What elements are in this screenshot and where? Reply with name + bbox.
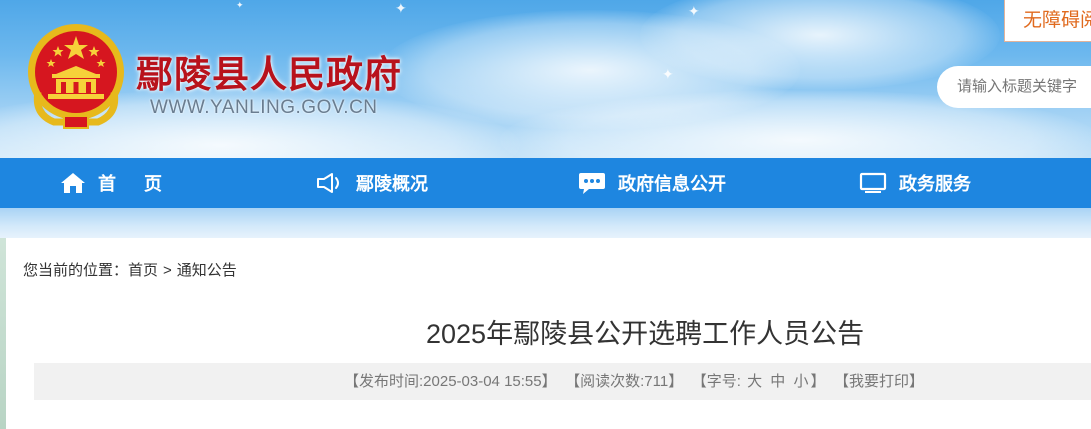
font-size-small-button[interactable]: 小	[793, 373, 808, 390]
sparkle-icon: ✦	[662, 67, 674, 83]
site-title[interactable]: 鄢陵县人民政府	[136, 44, 402, 98]
publish-time-label: 【发布时间:	[344, 373, 424, 390]
nav-item-label: 政务服务	[899, 174, 971, 195]
nav-item-label: 政府信息公开	[618, 174, 726, 195]
view-count-value: 711	[644, 373, 669, 390]
print-button[interactable]: 【我要打印】	[841, 373, 924, 390]
nav-item-gov-info[interactable]: 政府信息公开	[578, 158, 726, 208]
nav-item-label: 首页	[98, 174, 190, 195]
monitor-icon	[859, 172, 887, 193]
chat-bubble-icon	[579, 173, 605, 194]
main-nav: 首页 鄢陵概况 政府信息公开 政务服务	[0, 158, 1091, 208]
sparkle-icon: ✦	[395, 1, 407, 17]
accessibility-button[interactable]: 无障碍阅读	[1004, 0, 1091, 42]
publish-time-group: 【发布时间:2025-03-04 15:55】	[344, 373, 557, 390]
header-banner: ✦ ✦ ✦ ✦ 鄢陵县人民政府 WWW.YANLING.GOV.CN	[0, 0, 1091, 158]
bracket-close: 】	[668, 373, 684, 390]
site-url[interactable]: WWW.YANLING.GOV.CN	[150, 97, 378, 119]
sparkle-icon: ✦	[236, 1, 244, 11]
font-size-large-button[interactable]: 大	[747, 373, 762, 390]
font-size-medium-button[interactable]: 中	[770, 373, 785, 390]
font-size-group: 【字号: 大 中 小】	[699, 373, 825, 390]
content-panel: 您当前的位置：首页 > 通知公告 2025年鄢陵县公开选聘工作人员公告 【发布时间:…	[6, 238, 1091, 429]
breadcrumb-prefix: 您当前的位置：	[23, 262, 129, 279]
breadcrumb-separator: >	[163, 262, 172, 279]
view-count-label: 【阅读次数:	[572, 373, 645, 390]
decorative-strip	[0, 208, 1091, 238]
sparkle-icon: ✦	[688, 4, 700, 20]
nav-item-gov-service[interactable]: 政务服务	[859, 158, 971, 208]
bracket-close: 】	[810, 373, 826, 390]
search-input[interactable]	[937, 66, 1091, 108]
national-emblem-logo	[28, 24, 124, 129]
nav-item-overview[interactable]: 鄢陵概况	[316, 158, 428, 208]
nav-item-home[interactable]: 首页	[60, 158, 190, 208]
font-size-label: 【字号:	[699, 373, 741, 390]
megaphone-icon	[317, 173, 339, 193]
article-meta: 【发布时间:2025-03-04 15:55】 【阅读次数:711】 【字号: 大 …	[344, 363, 924, 400]
breadcrumb-home-link[interactable]: 首页	[128, 259, 158, 280]
breadcrumb: 您当前的位置：首页 > 通知公告	[23, 259, 237, 280]
breadcrumb-notice-link[interactable]: 通知公告	[177, 259, 237, 280]
publish-time-value: 2025-03-04 15:55	[423, 373, 542, 390]
bracket-close: 】	[541, 373, 557, 390]
nav-item-label: 鄢陵概况	[356, 174, 428, 195]
article-meta-bar: 【发布时间:2025-03-04 15:55】 【阅读次数:711】 【字号: 大 …	[34, 363, 1091, 400]
home-icon	[61, 173, 85, 193]
article-title: 2025年鄢陵县公开选聘工作人员公告	[426, 319, 865, 349]
view-count-group: 【阅读次数:711】	[573, 373, 684, 390]
